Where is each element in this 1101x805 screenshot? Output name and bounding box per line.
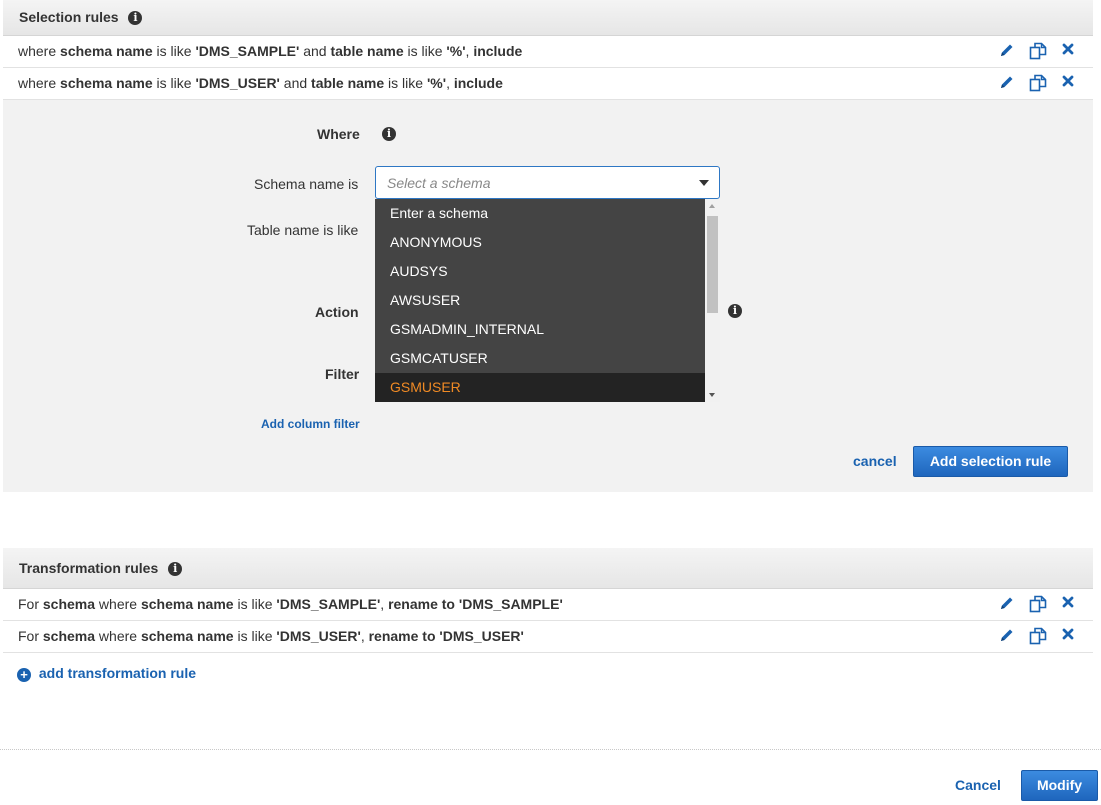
close-icon[interactable] bbox=[1061, 74, 1081, 94]
close-icon[interactable] bbox=[1061, 595, 1081, 615]
selection-rules-header: Selection rules i bbox=[3, 0, 1093, 36]
row-actions bbox=[999, 595, 1079, 615]
dropdown-option[interactable]: Enter a schema bbox=[375, 199, 705, 228]
row-actions bbox=[999, 74, 1079, 94]
dropdown-option[interactable]: AWSUSER bbox=[375, 286, 705, 315]
pencil-icon[interactable] bbox=[999, 74, 1019, 94]
selection-rules-title: Selection rules bbox=[19, 9, 119, 25]
plus-circle-icon: + bbox=[17, 668, 31, 682]
schema-name-label: Schema name is bbox=[254, 176, 359, 192]
dropdown-option[interactable]: GSMADMIN_INTERNAL bbox=[375, 315, 705, 344]
selection-rule-row: where schema name is like 'DMS_USER' and… bbox=[3, 68, 1093, 100]
action-label: Action bbox=[315, 304, 359, 320]
transformation-rule-row: For schema where schema name is like 'DM… bbox=[3, 589, 1093, 621]
transformation-rules-header: Transformation rules i bbox=[3, 548, 1093, 589]
schema-dropdown-list: Enter a schema ANONYMOUS AUDSYS AWSUSER … bbox=[375, 199, 720, 402]
dropdown-option[interactable]: AUDSYS bbox=[375, 257, 705, 286]
transformation-rule-text: For schema where schema name is like 'DM… bbox=[18, 596, 563, 612]
copy-icon[interactable] bbox=[1029, 595, 1049, 615]
transformation-rule-row: For schema where schema name is like 'DM… bbox=[3, 621, 1093, 653]
where-label: Where bbox=[317, 126, 360, 142]
add-selection-rule-button[interactable]: Add selection rule bbox=[913, 446, 1068, 477]
dropdown-option[interactable]: ANONYMOUS bbox=[375, 228, 705, 257]
row-actions bbox=[999, 627, 1079, 647]
modify-button[interactable]: Modify bbox=[1021, 770, 1098, 801]
info-icon[interactable]: i bbox=[728, 304, 742, 318]
copy-icon[interactable] bbox=[1029, 74, 1049, 94]
schema-select[interactable]: Select a schema bbox=[375, 166, 720, 199]
copy-icon[interactable] bbox=[1029, 42, 1049, 62]
filter-label: Filter bbox=[325, 366, 360, 382]
chevron-down-icon bbox=[699, 180, 709, 186]
info-icon[interactable]: i bbox=[168, 562, 183, 577]
scroll-down-icon[interactable] bbox=[709, 393, 715, 397]
selection-rule-text: where schema name is like 'DMS_USER' and… bbox=[18, 75, 503, 91]
dropdown-option[interactable]: GSMCATUSER bbox=[375, 344, 705, 373]
table-name-label: Table name is like bbox=[247, 222, 359, 238]
pencil-icon[interactable] bbox=[999, 627, 1019, 647]
info-icon[interactable]: i bbox=[128, 11, 143, 26]
selection-rule-text: where schema name is like 'DMS_SAMPLE' a… bbox=[18, 43, 523, 59]
pencil-icon[interactable] bbox=[999, 42, 1019, 62]
pencil-icon[interactable] bbox=[999, 595, 1019, 615]
add-transformation-rule-link[interactable]: + add transformation rule bbox=[17, 665, 196, 682]
scroll-up-icon[interactable] bbox=[709, 204, 715, 208]
schema-select-placeholder: Select a schema bbox=[387, 175, 491, 191]
copy-icon[interactable] bbox=[1029, 627, 1049, 647]
close-icon[interactable] bbox=[1061, 42, 1081, 62]
add-column-filter-link[interactable]: Add column filter bbox=[261, 417, 360, 431]
transformation-rule-text: For schema where schema name is like 'DM… bbox=[18, 628, 524, 644]
footer-divider bbox=[0, 749, 1101, 750]
info-icon[interactable]: i bbox=[382, 127, 396, 141]
transformation-rules-title: Transformation rules bbox=[19, 560, 159, 576]
row-actions bbox=[999, 42, 1079, 62]
dropdown-option-active[interactable]: GSMUSER bbox=[375, 373, 705, 402]
dropdown-scrollbar[interactable] bbox=[705, 199, 720, 402]
selection-rule-row: where schema name is like 'DMS_SAMPLE' a… bbox=[3, 36, 1093, 68]
cancel-button[interactable]: Cancel bbox=[955, 777, 1001, 793]
scrollbar-thumb[interactable] bbox=[707, 216, 718, 313]
close-icon[interactable] bbox=[1061, 627, 1081, 647]
cancel-link[interactable]: cancel bbox=[853, 453, 897, 469]
